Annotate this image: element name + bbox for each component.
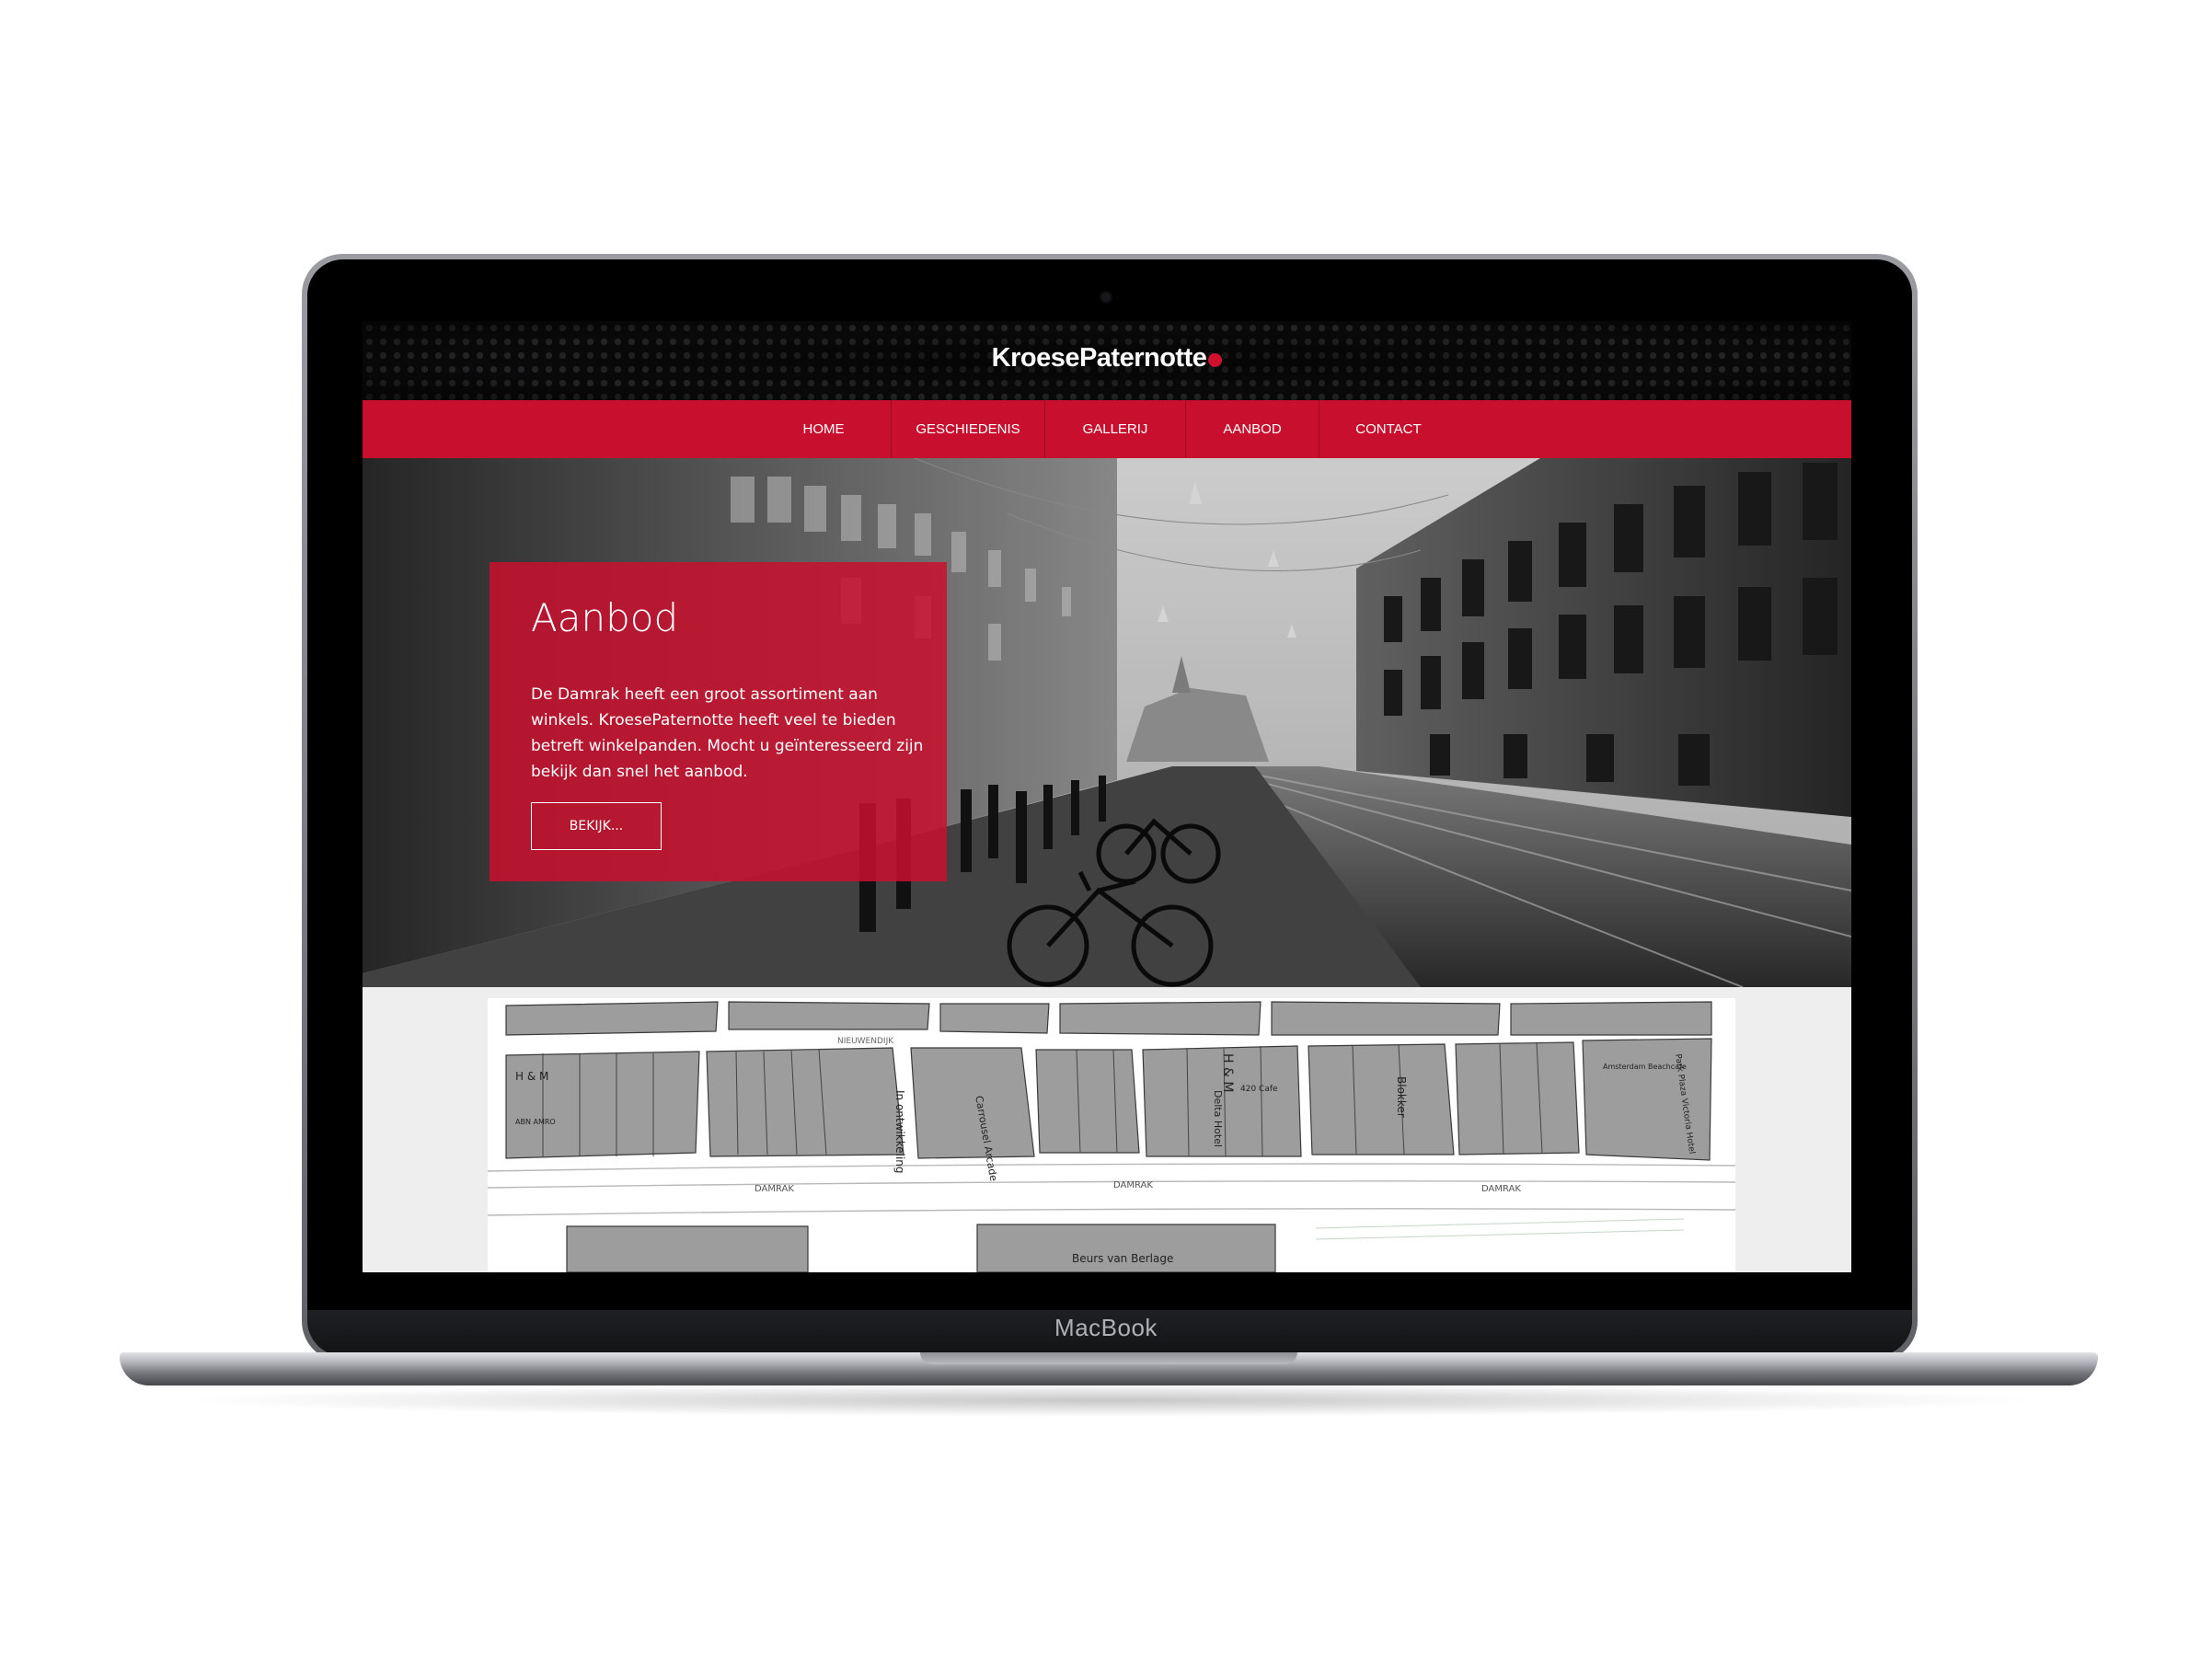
nav-aanbod[interactable]: AANBOD bbox=[1186, 400, 1319, 458]
nav-gallerij[interactable]: GALLERIJ bbox=[1045, 400, 1186, 458]
map-label-damrak-3: DAMRAK bbox=[1481, 1184, 1521, 1194]
street-map[interactable]: H & M ABN AMRO In ontwikkeling Carrousel… bbox=[488, 998, 1735, 1272]
bekijk-button[interactable]: BEKIJK... bbox=[531, 802, 662, 850]
map-label-damrak-1: DAMRAK bbox=[755, 1184, 794, 1194]
logo[interactable]: KroesePaternotte bbox=[363, 343, 1851, 374]
laptop-notch bbox=[920, 1352, 1297, 1364]
map-label-nieuwendijk: NIEUWENDIJK bbox=[837, 1037, 894, 1046]
map-section: H & M ABN AMRO In ontwikkeling Carrousel… bbox=[363, 987, 1851, 1272]
hero-section: Aanbod De Damrak heeft een groot assorti… bbox=[363, 458, 1851, 987]
map-label-abn: ABN AMRO bbox=[515, 1118, 556, 1126]
map-label-hm-left: H & M bbox=[515, 1070, 549, 1083]
device-label: MacBook bbox=[1054, 1314, 1158, 1341]
hero-title: Aanbod bbox=[531, 595, 679, 640]
nav-contact[interactable]: CONTACT bbox=[1319, 400, 1457, 458]
map-label-cafe: 420 Cafe bbox=[1240, 1085, 1278, 1094]
hero-text: De Damrak heeft een groot assortiment aa… bbox=[531, 685, 924, 781]
map-drawing bbox=[488, 1001, 1735, 1272]
site-header: KroesePaternotte bbox=[363, 321, 1851, 400]
camera-icon bbox=[1101, 293, 1111, 302]
map-label-hm-mid: H & M bbox=[1220, 1053, 1235, 1093]
map-label-ontwikkeling: In ontwikkeling bbox=[893, 1090, 906, 1174]
laptop-shadow bbox=[175, 1384, 2043, 1417]
map-label-delta: Delta Hotel bbox=[1212, 1090, 1224, 1147]
hero-card: Aanbod De Damrak heeft een groot assorti… bbox=[490, 562, 947, 881]
website-viewport: KroesePaternotte HOME GESCHIEDENIS GALLE… bbox=[363, 321, 1851, 1272]
map-label-beurs: Beurs van Berlage bbox=[1072, 1252, 1174, 1265]
nav-home[interactable]: HOME bbox=[756, 400, 892, 458]
logo-dot-icon bbox=[1208, 353, 1223, 367]
map-label-blokker: Blokker bbox=[1395, 1076, 1408, 1118]
main-nav: HOME GESCHIEDENIS GALLERIJ AANBOD CONTAC… bbox=[363, 400, 1851, 458]
map-label-damrak-2: DAMRAK bbox=[1113, 1180, 1153, 1190]
nav-geschiedenis[interactable]: GESCHIEDENIS bbox=[892, 400, 1045, 458]
logo-text: KroesePaternotte bbox=[991, 343, 1207, 373]
